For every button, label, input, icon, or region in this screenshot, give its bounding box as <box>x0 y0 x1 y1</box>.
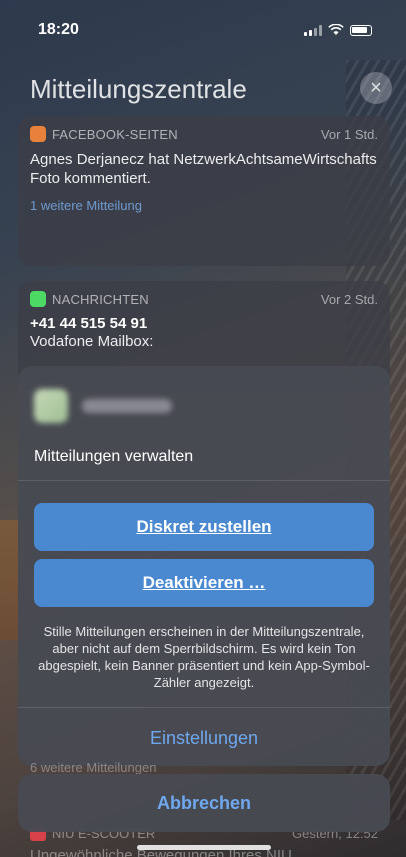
settings-button[interactable]: Einstellungen <box>18 708 390 766</box>
notification-app-name: FACEBOOK-SEITEN <box>52 126 178 142</box>
manage-notifications-sheet: Mitteilungen verwalten Diskret zustellen… <box>18 366 390 766</box>
battery-icon <box>350 24 372 36</box>
notification-title: +41 44 515 54 91 <box>30 315 148 332</box>
cancel-button[interactable]: Abbrechen <box>18 774 390 832</box>
status-time: 18:20 <box>38 21 79 38</box>
home-indicator[interactable] <box>137 845 271 850</box>
sheet-title: Mitteilungen verwalten <box>34 448 194 465</box>
notification-center-title: Mitteilungszentrale <box>30 74 247 104</box>
close-button[interactable]: × <box>360 72 392 104</box>
status-bar: 18:20 <box>0 0 406 60</box>
wifi-icon <box>328 24 344 35</box>
notification-app-name: NACHRICHTEN <box>52 291 149 307</box>
deliver-quietly-button[interactable]: Diskret zustellen <box>34 503 374 551</box>
notification-body: Vodafone Mailbox: <box>30 333 154 350</box>
sheet-header: Mitteilungen verwalten <box>18 366 390 466</box>
notification-header: NACHRICHTEN Vor 2 Std. <box>30 291 378 307</box>
behind-more-notifications: 6 weitere Mitteilungen <box>30 760 157 775</box>
cellular-signal-icon <box>304 24 322 36</box>
messages-app-icon <box>30 291 46 307</box>
notification-more[interactable]: 1 weitere Mitteilung <box>30 198 378 213</box>
notification-time: Vor 1 Std. <box>320 126 378 142</box>
divider <box>18 480 390 481</box>
notification-header: FACEBOOK-SEITEN Vor 1 Std. <box>30 126 378 142</box>
blurred-app-icon <box>34 389 68 423</box>
status-icons <box>304 24 372 36</box>
notification-time: Vor 2 Std. <box>320 291 378 307</box>
notification-app: NACHRICHTEN <box>30 291 149 307</box>
sheet-description: Stille Mitteilungen erscheinen in der Mi… <box>38 624 370 690</box>
turn-off-button[interactable]: Deaktivieren … <box>34 559 374 607</box>
facebook-pages-app-icon <box>30 126 46 142</box>
blurred-app-row <box>34 386 374 426</box>
blurred-app-name <box>82 399 172 413</box>
notification-body: Agnes Derjanecz hat NetzwerkAchtsameWirt… <box>30 151 377 187</box>
notification-facebook[interactable]: FACEBOOK-SEITEN Vor 1 Std. Agnes Derjane… <box>18 116 390 266</box>
notification-app: FACEBOOK-SEITEN <box>30 126 178 142</box>
